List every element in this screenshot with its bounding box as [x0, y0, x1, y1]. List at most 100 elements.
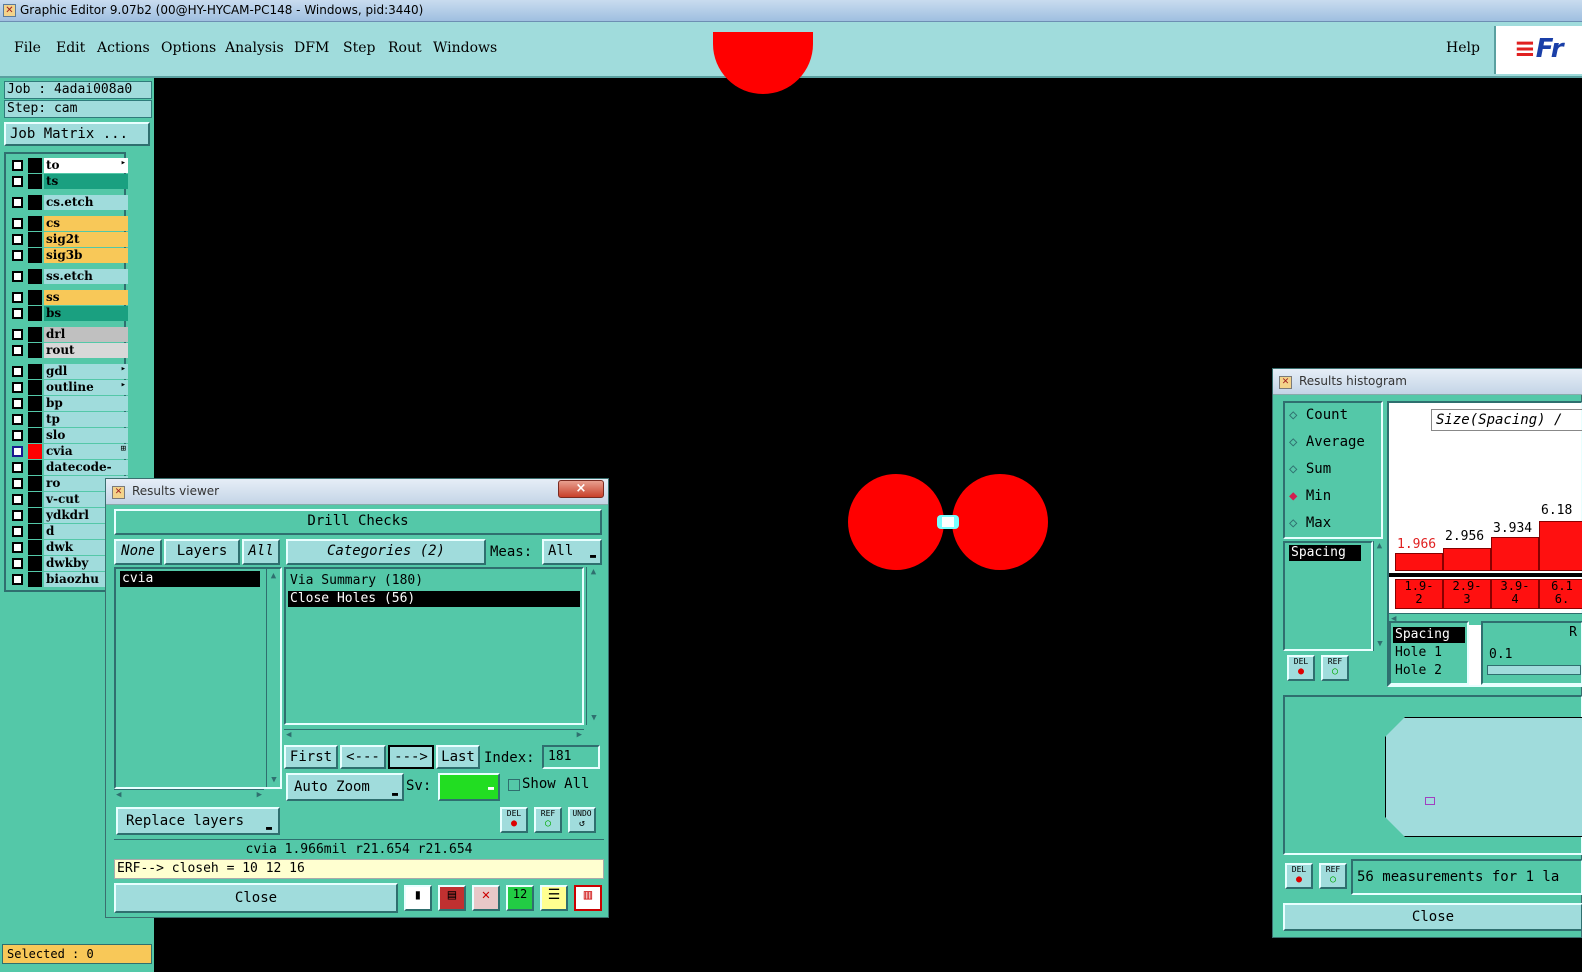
- list-item[interactable]: Hole 2: [1395, 663, 1442, 678]
- next-button[interactable]: --->: [388, 745, 434, 769]
- histogram-bar[interactable]: [1539, 521, 1582, 571]
- categories-button[interactable]: Categories (2): [286, 539, 486, 565]
- histogram-icon[interactable]: ▥: [574, 885, 602, 911]
- none-button[interactable]: None: [114, 539, 162, 565]
- measure-scrollbar[interactable]: ▲ ▼: [1373, 541, 1385, 651]
- layer-name[interactable]: sig3b: [44, 248, 128, 263]
- layer-row-cs[interactable]: cs: [10, 216, 128, 231]
- del-button[interactable]: DEL ●: [500, 807, 528, 833]
- layer-color-swatch[interactable]: [28, 444, 42, 459]
- layer-row-tp[interactable]: tp: [10, 412, 128, 427]
- layer-name[interactable]: cs: [44, 216, 128, 231]
- layer-name[interactable]: outline: [44, 380, 128, 395]
- layer-row-ts[interactable]: ts: [10, 174, 128, 189]
- histogram-bar[interactable]: [1443, 548, 1491, 571]
- layer-color-swatch[interactable]: [28, 232, 42, 247]
- bin-label[interactable]: 6.1 6.: [1539, 579, 1582, 609]
- layer-checkbox[interactable]: [12, 329, 23, 340]
- detail-listbox[interactable]: Spacing Hole 1 Hole 2: [1389, 621, 1469, 685]
- layer-checkbox[interactable]: [12, 292, 23, 303]
- menu-rout[interactable]: Rout: [388, 40, 422, 56]
- menu-windows[interactable]: Windows: [433, 40, 497, 56]
- layer-color-swatch[interactable]: [28, 158, 42, 173]
- index-input[interactable]: 181: [542, 745, 600, 769]
- layer-checkbox[interactable]: [12, 345, 23, 356]
- layer-color-swatch[interactable]: [28, 460, 42, 475]
- layer-row-slo[interactable]: slo: [10, 428, 128, 443]
- menu-dfm[interactable]: DFM: [294, 40, 329, 56]
- layers-button[interactable]: Layers: [164, 539, 240, 565]
- layer-row-cvia[interactable]: cvia ⊞: [10, 444, 128, 459]
- menu-help[interactable]: Help: [1446, 40, 1480, 56]
- mode-radio-count[interactable]: ◇ Count: [1289, 407, 1348, 423]
- report-icon[interactable]: ☰: [540, 885, 568, 911]
- layer-name[interactable]: ss: [44, 290, 128, 305]
- layer-color-swatch[interactable]: [28, 195, 42, 210]
- layer-name[interactable]: ss.etch: [44, 269, 128, 284]
- layer-checkbox[interactable]: [12, 382, 23, 393]
- list-item[interactable]: Via Summary (180): [290, 573, 423, 588]
- layer-row-ss.etch[interactable]: ss.etch: [10, 269, 128, 284]
- auto-zoom-dropdown[interactable]: Auto Zoom ▬: [286, 773, 404, 801]
- menu-analysis[interactable]: Analysis: [225, 40, 284, 56]
- layer-checkbox[interactable]: [12, 478, 23, 489]
- layer-color-swatch[interactable]: [28, 540, 42, 555]
- layer-name[interactable]: datecode-ptc: [44, 460, 128, 489]
- ref-button[interactable]: REF ○: [1321, 655, 1349, 681]
- list-item[interactable]: cvia: [120, 571, 260, 587]
- layer-color-swatch[interactable]: [28, 396, 42, 411]
- layer-color-swatch[interactable]: [28, 428, 42, 443]
- menu-edit[interactable]: Edit: [56, 40, 85, 56]
- layer-checkbox[interactable]: [12, 250, 23, 261]
- layer-color-swatch[interactable]: [28, 412, 42, 427]
- list-item[interactable]: Spacing: [1393, 627, 1465, 643]
- histogram-bar[interactable]: [1491, 537, 1539, 571]
- layer-checkbox[interactable]: [12, 197, 23, 208]
- layer-name[interactable]: sig2t: [44, 232, 128, 247]
- layer-checkbox[interactable]: [12, 574, 23, 585]
- layer-row-datecode-ptc[interactable]: datecode-ptc: [10, 460, 128, 489]
- layer-row-sig2t[interactable]: sig2t: [10, 232, 128, 247]
- layer-color-swatch[interactable]: [28, 306, 42, 321]
- measure-listbox[interactable]: Spacing: [1283, 541, 1373, 651]
- mode-radio-min[interactable]: ◆ Min: [1289, 488, 1331, 504]
- layer-checkbox[interactable]: [12, 510, 23, 521]
- layer-row-ss[interactable]: ss: [10, 290, 128, 305]
- layer-checkbox[interactable]: [12, 308, 23, 319]
- layer-checkbox[interactable]: [12, 398, 23, 409]
- layer-row-rout[interactable]: rout: [10, 343, 128, 358]
- layer-checkbox[interactable]: [12, 176, 23, 187]
- layer-color-swatch[interactable]: [28, 556, 42, 571]
- layer-color-swatch[interactable]: [28, 216, 42, 231]
- layer-color-swatch[interactable]: [28, 269, 42, 284]
- layer-color-swatch[interactable]: [28, 174, 42, 189]
- menu-options[interactable]: Options: [161, 40, 216, 56]
- layer-color-swatch[interactable]: [28, 290, 42, 305]
- layer-checkbox[interactable]: [12, 234, 23, 245]
- layer-color-swatch[interactable]: [28, 343, 42, 358]
- sv-color-dropdown[interactable]: ▬: [438, 773, 500, 801]
- detail-slider[interactable]: [1487, 665, 1581, 675]
- layer-row-cs.etch[interactable]: cs.etch: [10, 195, 128, 210]
- layer-checkbox[interactable]: [12, 542, 23, 553]
- layer-row-to[interactable]: to ▸: [10, 158, 128, 173]
- layer-color-swatch[interactable]: [28, 524, 42, 539]
- layer-name[interactable]: rout: [44, 343, 128, 358]
- show-all-checkbox[interactable]: [508, 779, 520, 791]
- layer-checkbox[interactable]: [12, 271, 23, 282]
- layer-name[interactable]: slo: [44, 428, 128, 443]
- list-item[interactable]: Hole 1: [1395, 645, 1442, 660]
- layer-color-swatch[interactable]: [28, 476, 42, 491]
- layer-color-swatch[interactable]: [28, 364, 42, 379]
- numbers-icon[interactable]: 12: [506, 885, 534, 911]
- layer-checkbox[interactable]: [12, 462, 23, 473]
- layer-checkbox[interactable]: [12, 526, 23, 537]
- layer-row-bp[interactable]: bp: [10, 396, 128, 411]
- histogram-bar[interactable]: [1395, 553, 1443, 571]
- layer-name[interactable]: cs.etch: [44, 195, 128, 210]
- layers-listbox[interactable]: cvia ▲ ▼: [114, 567, 282, 789]
- layer-checkbox[interactable]: [12, 558, 23, 569]
- layer-checkbox[interactable]: [12, 218, 23, 229]
- menu-actions[interactable]: Actions: [97, 40, 150, 56]
- last-button[interactable]: Last: [436, 745, 480, 769]
